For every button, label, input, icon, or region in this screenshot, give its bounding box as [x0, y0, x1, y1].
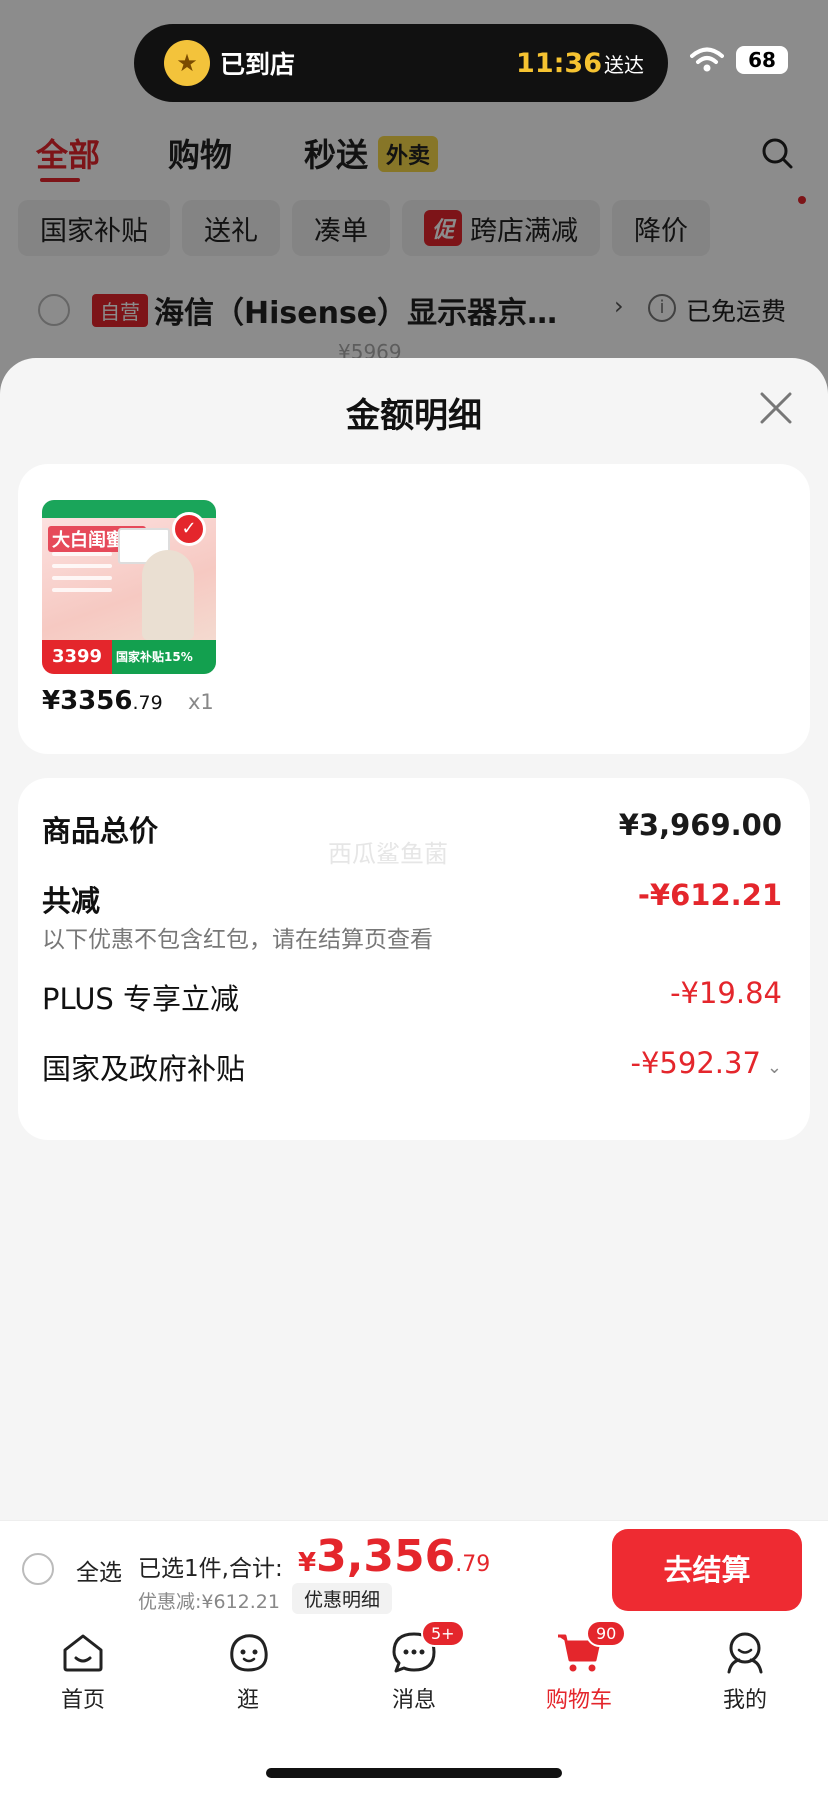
discount-note: 以下优惠不包含红包，请在结算页查看 [42, 927, 433, 953]
subsidy-label: 国家及政府补贴 [42, 1052, 246, 1086]
product-price: ¥3356.79 [42, 686, 163, 716]
profile-icon [727, 1632, 763, 1674]
nav-messages[interactable]: 5+ 消息 [359, 1620, 469, 1714]
messages-badge: 5+ [421, 1620, 465, 1647]
total-integer: 3,356 [316, 1531, 456, 1582]
nav-label: 我的 [722, 1688, 767, 1713]
total-reduction-value: -¥612.21 [637, 878, 782, 912]
price-breakdown-card: 西瓜鲨鱼菌 商品总价 ¥3,969.00 共减 -¥612.21 以下优惠不包含… [18, 778, 810, 1140]
nav-label: 逛 [236, 1688, 259, 1713]
eta-suffix: 送达 [604, 52, 644, 77]
thumb-subsidy: 国家补贴15% [112, 640, 216, 674]
home-indicator [266, 1768, 562, 1778]
nav-label: 消息 [391, 1688, 436, 1713]
nav-label: 首页 [60, 1688, 105, 1713]
bottom-nav: 首页 逛 5+ 消息 90 购物车 我的 [0, 1618, 828, 1796]
store-status: 已到店 [220, 50, 296, 79]
price-decimal: .79 [132, 692, 163, 714]
total-decimal: .79 [455, 1552, 491, 1577]
price-currency: ¥ [42, 686, 61, 716]
total-price-value: ¥3,969.00 [618, 808, 782, 842]
thumb-person [142, 550, 194, 640]
product-card: 大白闺蜜机 ✓ 3399 国家补贴15% ¥3356.79 x1 [18, 464, 810, 754]
amount-detail-sheet: 金额明细 大白闺蜜机 ✓ 3399 国家补贴15% ¥3356.79 x1 西瓜… [0, 358, 828, 1520]
eta-time: 11:36 [516, 47, 602, 79]
subsidy-value: -¥592.37 [630, 1046, 761, 1080]
total-price-label: 商品总价 [42, 814, 159, 848]
checkout-bar: 全选 已选1件,合计: ¥3,356.79 优惠减:¥612.21 优惠明细 去… [0, 1520, 828, 1618]
home-icon [63, 1634, 103, 1672]
wifi-icon [690, 47, 724, 72]
product-thumbnail[interactable]: 大白闺蜜机 ✓ 3399 国家补贴15% [42, 500, 216, 674]
plus-discount-label: PLUS 专享立减 [42, 982, 240, 1016]
total-currency: ¥ [298, 1548, 317, 1578]
cart-total: ¥3,356.79 [298, 1531, 490, 1582]
product-quantity: x1 [188, 690, 214, 714]
dynamic-island: ★ 已到店 11:36 送达 [134, 24, 668, 102]
thumb-price: 3399 [42, 640, 112, 674]
thumb-feature-lines [52, 552, 112, 600]
chevron-down-icon[interactable]: ⌄ [767, 1057, 782, 1078]
nav-browse[interactable]: 逛 [193, 1628, 303, 1714]
plus-discount-value: -¥19.84 [670, 976, 782, 1010]
close-icon[interactable] [756, 388, 796, 428]
nav-label: 购物车 [545, 1688, 612, 1713]
discount-amount: 优惠减:¥612.21 [138, 1591, 280, 1613]
selected-count: 已选1件,合计: [138, 1556, 283, 1582]
cart-badge: 90 [586, 1620, 627, 1647]
total-reduction-label: 共减 [42, 884, 101, 918]
watermark: 西瓜鲨鱼菌 [328, 840, 448, 868]
select-all-radio[interactable] [22, 1553, 54, 1585]
select-all-label[interactable]: 全选 [76, 1553, 122, 1587]
battery-indicator: 68 [736, 46, 788, 74]
delivery-rider-icon: ★ [164, 40, 210, 86]
status-icons: 68 [690, 46, 788, 74]
checkout-button[interactable]: 去结算 [612, 1529, 802, 1611]
discount-detail-link[interactable]: 优惠明细 [292, 1583, 393, 1614]
selected-check-icon: ✓ [172, 512, 206, 546]
nav-home[interactable]: 首页 [28, 1628, 138, 1714]
nav-profile[interactable]: 我的 [690, 1628, 800, 1714]
nav-cart[interactable]: 90 购物车 [524, 1620, 634, 1714]
sheet-title: 金额明细 [346, 396, 482, 436]
browse-face-icon [230, 1634, 268, 1672]
price-integer: 3356 [60, 686, 133, 716]
subsidy-row[interactable]: -¥592.37 ⌄ [631, 1046, 782, 1080]
